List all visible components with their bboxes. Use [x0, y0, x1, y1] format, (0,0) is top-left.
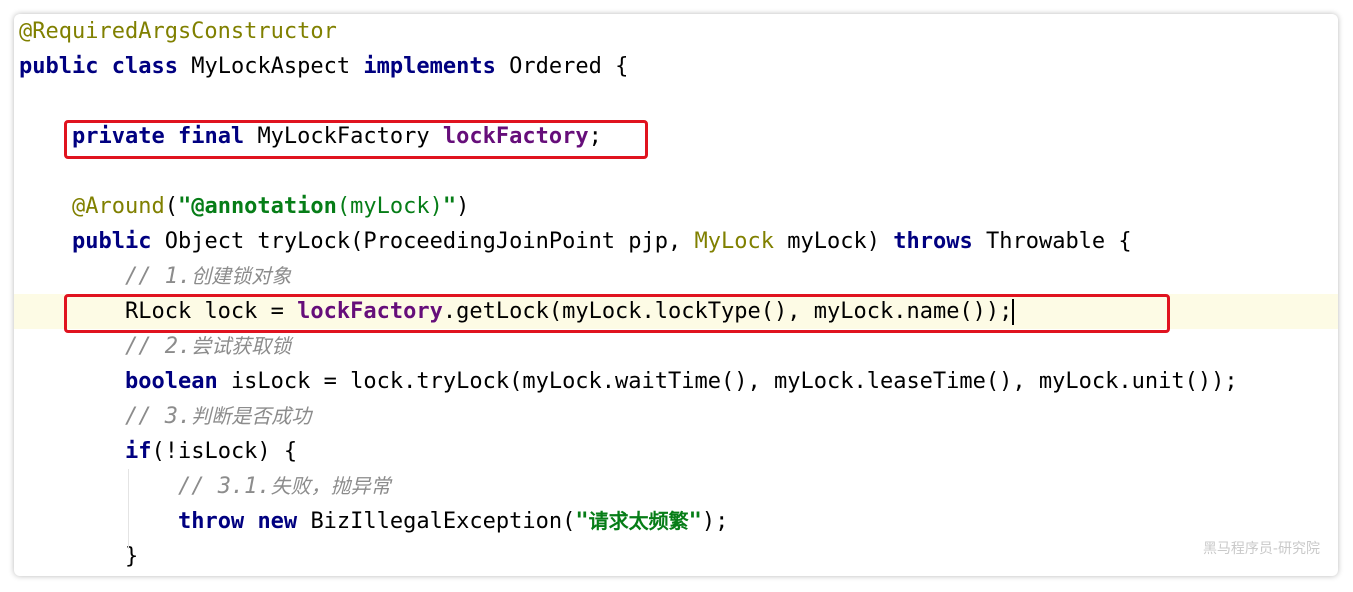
interface-name: Ordered { — [509, 54, 629, 79]
statement-try-lock: isLock = lock.tryLock(myLock.waitTime(),… — [230, 369, 1238, 394]
code-line-method-signature: public Object tryLock(ProceedingJoinPoin… — [14, 224, 1338, 259]
keyword-public: public — [19, 54, 99, 79]
keyword-boolean: boolean — [124, 369, 218, 394]
code-line-1: @RequiredArgsConstructor — [14, 14, 1338, 49]
param-name: myLock) — [787, 229, 880, 254]
string-quote-open: " — [177, 194, 192, 219]
watermark: 黑马程序员-研究院 — [1202, 541, 1320, 557]
comment-text: 创建锁对象 — [191, 264, 292, 288]
statement-end: ); — [701, 509, 729, 534]
highlight-box-field — [64, 120, 648, 159]
comment-prefix: // 2. — [124, 334, 192, 359]
comment-text: 判断是否成功 — [191, 404, 312, 428]
closing-brace: } — [124, 544, 139, 569]
string-annotation-arg: (myLock) — [336, 194, 443, 219]
param-type-mylock: MyLock — [694, 229, 775, 254]
string-quote-close: " — [442, 194, 457, 219]
string-annotation-keyword: @annotation — [191, 194, 337, 219]
code-line-close-brace: } — [14, 539, 1338, 574]
keyword-implements: implements — [363, 54, 496, 79]
code-line-comment-2: // 2.尝试获取锁 — [14, 329, 1338, 364]
keyword-public: public — [71, 229, 152, 254]
code-line-throw: throw new BizIllegalException("请求太频繁"); — [14, 504, 1338, 539]
code-line-if: if(!isLock) { — [14, 434, 1338, 469]
annotation-around: @Around — [71, 194, 165, 219]
string-message: 请求太频繁 — [588, 509, 689, 533]
throws-type: Throwable { — [985, 229, 1132, 254]
code-editor-frame: @RequiredArgsConstructor public class My… — [14, 14, 1338, 576]
keyword-if: if — [124, 439, 152, 464]
highlight-box-get-lock — [64, 294, 1170, 333]
paren-close: ) — [456, 194, 470, 219]
code-line-2: public class MyLockAspect implements Ord… — [14, 49, 1338, 84]
string-quote-close: " — [688, 509, 702, 534]
comment-text: 尝试获取锁 — [191, 334, 292, 358]
exception-constructor: BizIllegalException( — [310, 509, 576, 534]
code-line-around-annotation: @Around("@annotation(myLock)") — [14, 189, 1338, 224]
string-quote-open: " — [575, 509, 589, 534]
keyword-new: new — [257, 509, 298, 534]
keyword-throw: throw — [177, 509, 245, 534]
comment-prefix: // 3. — [124, 404, 192, 429]
indent-guide — [128, 469, 129, 549]
comment-prefix: // 1. — [124, 264, 192, 289]
code-line-comment-3-1: // 3.1.失败，抛异常 — [14, 469, 1338, 504]
code-line-comment-3: // 3.判断是否成功 — [14, 399, 1338, 434]
comment-prefix: // 3.1. — [177, 474, 271, 499]
comment-text: 失败，抛异常 — [270, 474, 391, 498]
method-signature-start: Object tryLock(ProceedingJoinPoint pjp, — [164, 229, 682, 254]
code-line-comment-1: // 1.创建锁对象 — [14, 259, 1338, 294]
keyword-class: class — [111, 54, 178, 79]
keyword-throws: throws — [893, 229, 973, 254]
annotation-required-args: @RequiredArgsConstructor — [19, 19, 337, 44]
class-name: MyLockAspect — [191, 54, 351, 79]
paren-open: ( — [164, 194, 178, 219]
if-condition: (!isLock) { — [151, 439, 298, 464]
code-line-try-lock: boolean isLock = lock.tryLock(myLock.wai… — [14, 364, 1338, 399]
